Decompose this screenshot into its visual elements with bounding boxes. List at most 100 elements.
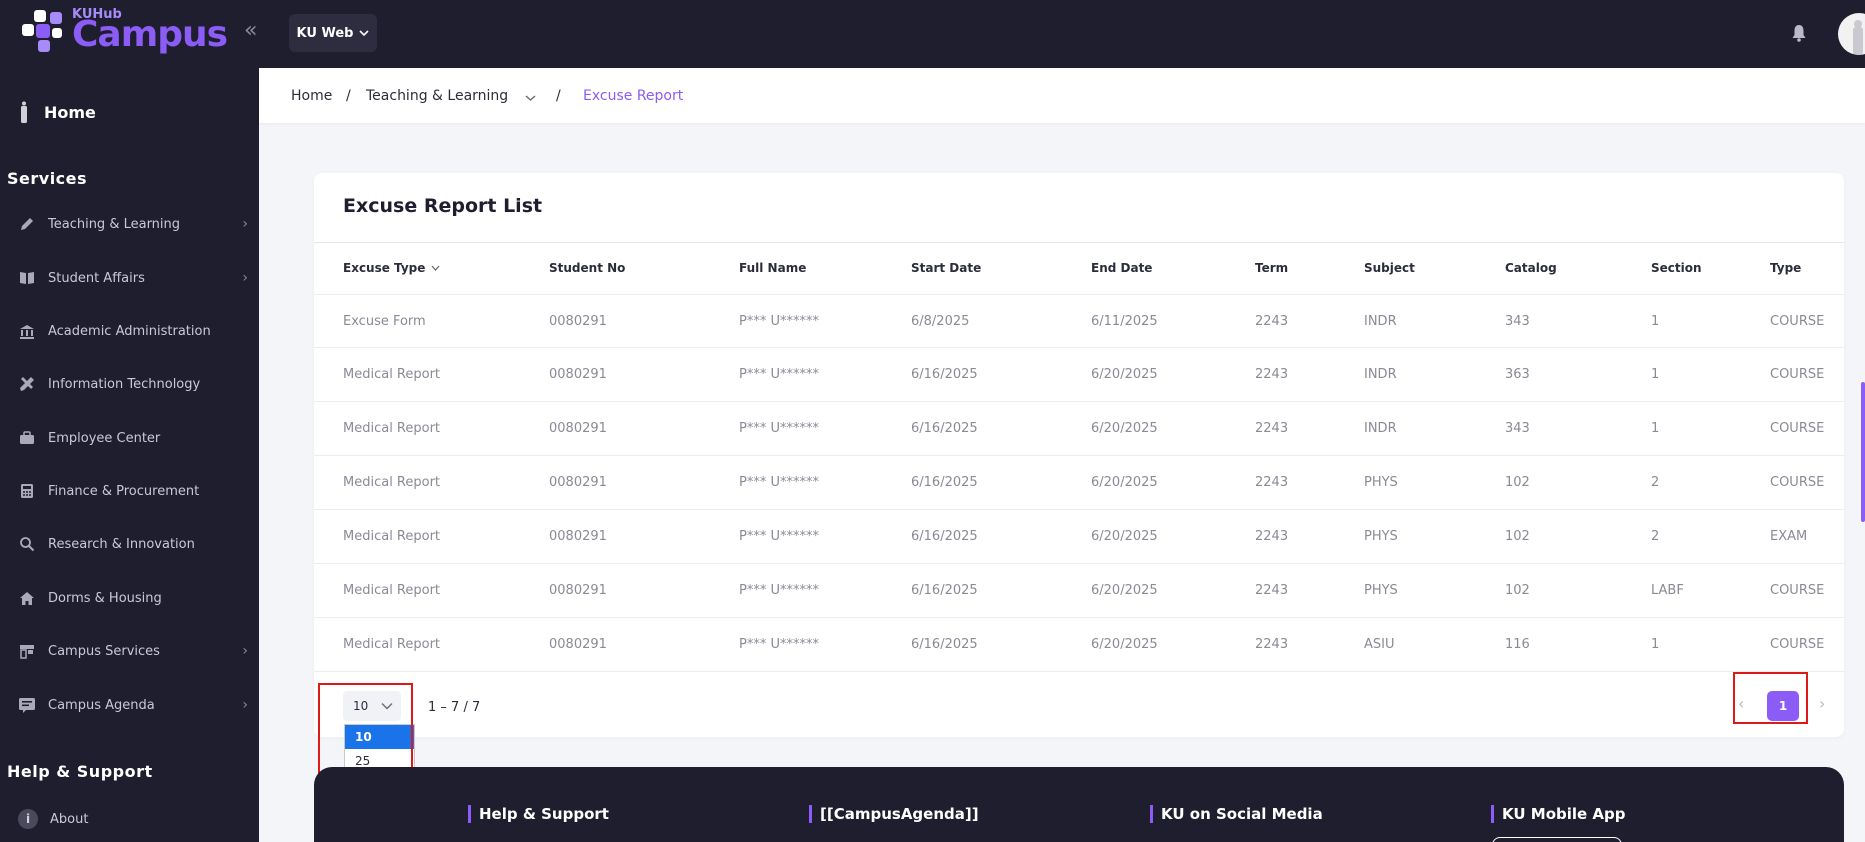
cell-catalog: 102 xyxy=(1505,475,1530,490)
cell-end-date: 6/20/2025 xyxy=(1091,637,1158,652)
chevron-down-icon xyxy=(359,30,370,37)
table-row[interactable]: Excuse Form 0080291 P*** U****** 6/8/2025 6/… xyxy=(314,294,1844,348)
breadcrumb-section[interactable]: Teaching & Learning xyxy=(366,88,508,104)
sidebar-item-campus-services[interactable]: Campus Services › xyxy=(18,636,248,666)
cell-excuse-type: Medical Report xyxy=(343,367,441,382)
cell-excuse-type: Medical Report xyxy=(343,421,441,436)
campus-logo-icon[interactable] xyxy=(20,8,72,56)
footer-campus-agenda[interactable]: [[CampusAgenda]] xyxy=(809,805,979,823)
cell-full-name: P*** U****** xyxy=(739,637,819,652)
column-header-end-date[interactable]: End Date xyxy=(1091,261,1152,275)
cell-type: COURSE xyxy=(1770,637,1825,652)
scrollbar[interactable] xyxy=(1861,382,1865,522)
previous-page-icon[interactable]: ‹ xyxy=(1738,694,1744,713)
cell-end-date: 6/20/2025 xyxy=(1091,421,1158,436)
column-header-start-date[interactable]: Start Date xyxy=(911,261,981,275)
sidebar-item-academic-administration[interactable]: Academic Administration xyxy=(18,316,248,346)
table-row[interactable]: Medical Report 0080291 P*** U****** 6/16/20… xyxy=(314,456,1844,510)
cell-subject: INDR xyxy=(1364,421,1397,436)
cell-start-date: 6/16/2025 xyxy=(911,529,978,544)
table-row[interactable]: Medical Report 0080291 P*** U****** 6/16/20… xyxy=(314,510,1844,564)
sidebar-item-finance-procurement[interactable]: Finance & Procurement xyxy=(18,476,248,506)
cell-catalog: 102 xyxy=(1505,583,1530,598)
help-support-heading: Help & Support xyxy=(7,762,153,781)
column-header-excuse-type[interactable]: Excuse Type xyxy=(343,261,440,275)
sidebar-item-research-innovation[interactable]: Research & Innovation xyxy=(18,529,248,559)
cell-type: COURSE xyxy=(1770,314,1825,329)
sidebar-item-dorms-housing[interactable]: Dorms & Housing xyxy=(18,583,248,613)
sort-chevron-icon xyxy=(431,265,440,271)
next-page-icon[interactable]: › xyxy=(1819,694,1825,713)
cell-catalog: 116 xyxy=(1505,637,1530,652)
sidebar-home-label: Home xyxy=(44,102,96,122)
sidebar-item-home[interactable]: Home xyxy=(20,101,96,123)
excuse-report-card: Excuse Report List Excuse Type Student N… xyxy=(314,173,1844,737)
sidebar-item-label: Teaching & Learning xyxy=(48,216,181,232)
table-row[interactable]: Medical Report 0080291 P*** U****** 6/16/20… xyxy=(314,402,1844,456)
cell-student-no: 0080291 xyxy=(549,475,607,490)
sidebar-item-student-affairs[interactable]: Student Affairs › xyxy=(18,263,248,293)
cell-section: 1 xyxy=(1651,314,1660,329)
cell-full-name: P*** U****** xyxy=(739,475,819,490)
footer-mobile-app[interactable]: KU Mobile App xyxy=(1491,805,1626,823)
footer-help-support[interactable]: Help & Support xyxy=(468,805,609,823)
column-header-section[interactable]: Section xyxy=(1651,261,1702,275)
cell-excuse-type: Medical Report xyxy=(343,529,441,544)
info-icon: i xyxy=(18,809,38,829)
sidebar-item-teaching-learning[interactable]: Teaching & Learning › xyxy=(18,209,248,239)
magnifier-icon xyxy=(18,535,36,553)
cell-catalog: 363 xyxy=(1505,367,1530,382)
cell-catalog: 343 xyxy=(1505,314,1530,329)
column-header-subject[interactable]: Subject xyxy=(1364,261,1415,275)
cell-excuse-type: Medical Report xyxy=(343,583,441,598)
table-row[interactable]: Medical Report 0080291 P*** U****** 6/16/20… xyxy=(314,564,1844,618)
cell-term: 2243 xyxy=(1255,583,1289,598)
sidebar-item-information-technology[interactable]: Information Technology xyxy=(18,369,248,399)
sidebar-item-label: Campus Agenda xyxy=(48,697,155,713)
column-header-term[interactable]: Term xyxy=(1255,261,1288,275)
column-header-label: Excuse Type xyxy=(343,261,426,275)
app-store-button[interactable] xyxy=(1492,837,1622,842)
cell-full-name: P*** U****** xyxy=(739,421,819,436)
cell-end-date: 6/20/2025 xyxy=(1091,367,1158,382)
avatar[interactable] xyxy=(1838,13,1865,55)
bell-icon[interactable] xyxy=(1791,24,1807,42)
column-header-type[interactable]: Type xyxy=(1770,261,1801,275)
cell-section: 2 xyxy=(1651,529,1660,544)
column-header-catalog[interactable]: Catalog xyxy=(1505,261,1557,275)
app-switcher-button[interactable]: KU Web xyxy=(289,14,377,52)
column-header-full-name[interactable]: Full Name xyxy=(739,261,806,275)
breadcrumb-separator: / xyxy=(346,88,351,104)
sidebar-item-campus-agenda[interactable]: Campus Agenda › xyxy=(18,690,248,720)
cell-start-date: 6/16/2025 xyxy=(911,421,978,436)
cell-section: 1 xyxy=(1651,421,1660,436)
cell-end-date: 6/20/2025 xyxy=(1091,583,1158,598)
chevron-right-icon: › xyxy=(242,216,248,232)
column-header-student-no[interactable]: Student No xyxy=(549,261,625,275)
cell-full-name: P*** U****** xyxy=(739,529,819,544)
cell-subject: PHYS xyxy=(1364,529,1398,544)
cell-student-no: 0080291 xyxy=(549,529,607,544)
cell-subject: PHYS xyxy=(1364,475,1398,490)
sidebar-item-about[interactable]: i About xyxy=(18,804,248,834)
cell-catalog: 102 xyxy=(1505,529,1530,544)
page-size-option-10[interactable]: 10 xyxy=(345,725,414,749)
page-size-select[interactable]: 10 xyxy=(343,691,401,721)
sidebar-item-employee-center[interactable]: Employee Center xyxy=(18,423,248,453)
candle-icon xyxy=(21,101,27,123)
cell-excuse-type: Medical Report xyxy=(343,637,441,652)
breadcrumb-separator: / xyxy=(556,88,561,104)
breadcrumb-home[interactable]: Home xyxy=(291,88,332,104)
cell-excuse-type: Medical Report xyxy=(343,475,441,490)
table-row[interactable]: Medical Report 0080291 P*** U****** 6/16/20… xyxy=(314,348,1844,402)
footer-social-media[interactable]: KU on Social Media xyxy=(1150,805,1323,823)
cell-full-name: P*** U****** xyxy=(739,583,819,598)
chevron-down-icon[interactable] xyxy=(525,94,536,102)
collapse-sidebar-icon[interactable]: « xyxy=(244,20,266,44)
page-button-1[interactable]: 1 xyxy=(1767,691,1799,721)
table-row[interactable]: Medical Report 0080291 P*** U****** 6/16/20… xyxy=(314,618,1844,672)
cell-subject: ASIU xyxy=(1364,637,1395,652)
calculator-icon xyxy=(18,482,36,500)
cell-section: 1 xyxy=(1651,367,1660,382)
pencil-icon xyxy=(18,215,36,233)
